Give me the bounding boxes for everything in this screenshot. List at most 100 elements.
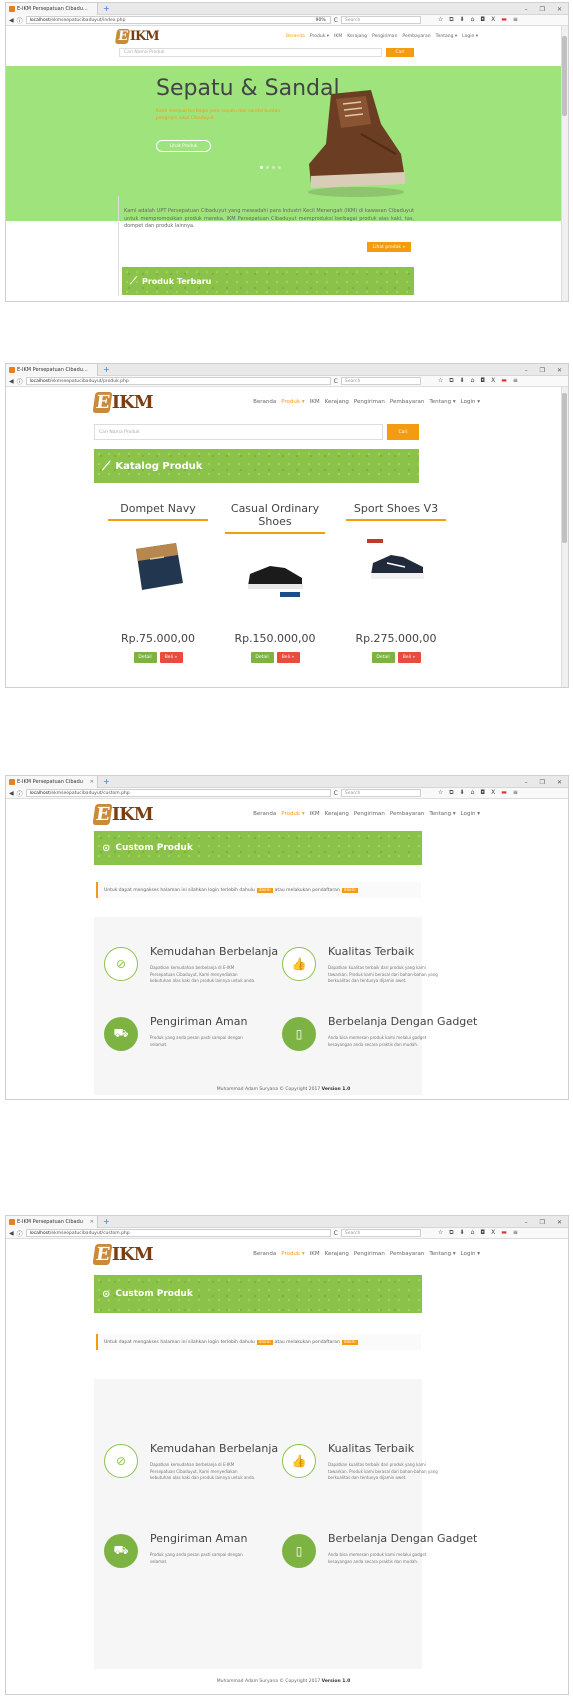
menu-pengiriman[interactable]: Pengiriman <box>354 811 385 817</box>
detail-button[interactable]: Detail <box>250 652 274 663</box>
hamburger-menu-icon[interactable]: ≡ <box>513 789 518 797</box>
shield-icon[interactable]: ◘ <box>480 1229 485 1237</box>
download-icon[interactable]: ⬇ <box>460 789 465 797</box>
info-icon[interactable]: ⓘ <box>17 789 23 798</box>
maximize-icon[interactable]: ❐ <box>540 779 545 786</box>
library-icon[interactable]: ⧉ <box>449 789 453 797</box>
menu-kerajang[interactable]: Kerajang <box>325 399 349 405</box>
home-icon[interactable]: ⌂ <box>471 1229 475 1237</box>
menu-pembayaran[interactable]: Pembayaran <box>390 399 424 405</box>
library-icon[interactable]: ⧉ <box>449 1229 453 1237</box>
menu-ikm[interactable]: IKM <box>310 811 320 817</box>
bookmark-star-icon[interactable]: ☆ <box>438 377 443 385</box>
extension-x-icon[interactable]: X <box>491 1229 495 1237</box>
shield-icon[interactable]: ◘ <box>480 16 485 24</box>
menu-ikm[interactable]: IKM <box>310 399 320 405</box>
menu-kerajang[interactable]: Kerajang <box>325 1251 349 1257</box>
tab-close-icon[interactable]: ✕ <box>90 779 94 785</box>
shield-icon[interactable]: ◘ <box>480 789 485 797</box>
url-bar[interactable]: localhost/ekmseepatucibaduyut/produk.php <box>25 377 331 385</box>
menu-login[interactable]: Login ▾ <box>462 34 478 39</box>
info-icon[interactable]: ⓘ <box>17 1229 23 1238</box>
product-search-input[interactable]: Cari Nama Produk <box>94 424 383 440</box>
menu-tentang[interactable]: Tentang ▾ <box>429 399 455 405</box>
menu-pengiriman[interactable]: Pengiriman <box>354 399 385 405</box>
bookmark-star-icon[interactable]: ☆ <box>438 16 443 24</box>
home-icon[interactable]: ⌂ <box>471 16 475 24</box>
browser-search-input[interactable]: Search <box>340 789 421 797</box>
flag-icon[interactable]: ▬ <box>501 377 507 385</box>
browser-tab[interactable]: E-IKM Persepatuan Cibadu ✕ <box>6 776 98 788</box>
menu-kerajang[interactable]: Kerajang <box>325 811 349 817</box>
login-link[interactable]: disini <box>256 887 273 893</box>
new-tab-button[interactable]: + <box>103 777 110 786</box>
close-icon[interactable]: ✕ <box>557 6 562 13</box>
hamburger-menu-icon[interactable]: ≡ <box>513 377 518 385</box>
reload-icon[interactable]: C <box>334 17 338 24</box>
menu-pembayaran[interactable]: Pembayaran <box>390 811 424 817</box>
flag-icon[interactable]: ▬ <box>501 789 507 797</box>
extension-x-icon[interactable]: X <box>491 789 495 797</box>
menu-pengiriman[interactable]: Pengiriman <box>372 34 397 39</box>
extension-x-icon[interactable]: X <box>491 16 495 24</box>
page-scrollbar[interactable] <box>561 387 568 687</box>
carousel-dot[interactable] <box>272 166 275 169</box>
reload-icon[interactable]: C <box>334 378 338 385</box>
view-products-button[interactable]: Lihat produk » <box>367 242 411 252</box>
menu-pembayaran[interactable]: Pembayaran <box>390 1251 424 1257</box>
zoom-level[interactable]: 90% <box>316 18 326 23</box>
detail-button[interactable]: Detail <box>371 652 395 663</box>
product-search-button[interactable]: Cari <box>387 424 419 440</box>
back-icon[interactable]: ◀ <box>9 378 14 385</box>
buy-button[interactable]: Beli » <box>159 652 183 663</box>
back-icon[interactable]: ◀ <box>9 790 14 797</box>
url-bar[interactable]: localhost/ekmseepatucibaduyut/custom.php <box>25 789 331 797</box>
product-search-input[interactable]: Cari Nama Produk <box>119 48 382 57</box>
menu-login[interactable]: Login ▾ <box>461 1251 480 1257</box>
menu-pengiriman[interactable]: Pengiriman <box>354 1251 385 1257</box>
close-icon[interactable]: ✕ <box>557 779 562 786</box>
carousel-dot[interactable] <box>266 166 269 169</box>
download-icon[interactable]: ⬇ <box>460 1229 465 1237</box>
minimize-icon[interactable]: – <box>525 6 528 13</box>
product-card[interactable]: Dompet Navy Rp.75.000,00 Detail Beli » <box>108 502 208 663</box>
flag-icon[interactable]: ▬ <box>501 1229 507 1237</box>
url-bar[interactable]: localhost/ekmseepatucibaduyut/index.php 9… <box>25 16 331 24</box>
new-tab-button[interactable]: + <box>103 1217 110 1226</box>
library-icon[interactable]: ⧉ <box>449 16 453 24</box>
product-search-button[interactable]: Cari <box>386 48 414 57</box>
minimize-icon[interactable]: – <box>525 367 528 374</box>
close-icon[interactable]: ✕ <box>557 1219 562 1226</box>
minimize-icon[interactable]: – <box>525 1219 528 1226</box>
bookmark-star-icon[interactable]: ☆ <box>438 1229 443 1237</box>
register-link[interactable]: disini <box>341 887 358 893</box>
browser-search-input[interactable]: Search <box>340 377 421 385</box>
hamburger-menu-icon[interactable]: ≡ <box>513 16 518 24</box>
site-logo[interactable]: E IKM <box>92 803 154 825</box>
detail-button[interactable]: Detail <box>133 652 157 663</box>
close-icon[interactable]: ✕ <box>557 367 562 374</box>
product-card[interactable]: Casual Ordinary Shoes Rp.150.000,00 Deta… <box>225 502 325 663</box>
browser-tab[interactable]: E-IKM Persepatuan Cibadu... <box>6 3 98 15</box>
menu-tentang[interactable]: Tentang ▾ <box>429 1251 455 1257</box>
menu-beranda[interactable]: Beranda <box>286 34 305 39</box>
menu-login[interactable]: Login ▾ <box>461 811 480 817</box>
scrollbar-thumb[interactable] <box>562 393 567 543</box>
menu-kerajang[interactable]: Kerajang <box>347 34 367 39</box>
site-logo[interactable]: E IKM <box>92 1243 154 1265</box>
register-link[interactable]: disini <box>341 1339 358 1345</box>
menu-beranda[interactable]: Beranda <box>253 399 276 405</box>
menu-produk[interactable]: Produk ▾ <box>281 811 304 817</box>
reload-icon[interactable]: C <box>334 790 338 797</box>
new-tab-button[interactable]: + <box>103 365 110 374</box>
menu-login[interactable]: Login ▾ <box>461 399 480 405</box>
menu-ikm[interactable]: IKM <box>334 34 342 39</box>
browser-search-input[interactable]: Search <box>340 1229 421 1237</box>
scrollbar-thumb[interactable] <box>562 36 567 116</box>
maximize-icon[interactable]: ❐ <box>540 6 545 13</box>
tab-close-icon[interactable]: ✕ <box>90 1219 94 1225</box>
url-bar[interactable]: localhost/ekmseepatucibaduyut/custom.php <box>25 1229 331 1237</box>
reload-icon[interactable]: C <box>334 1230 338 1237</box>
login-link[interactable]: disini <box>256 1339 273 1345</box>
menu-beranda[interactable]: Beranda <box>253 811 276 817</box>
